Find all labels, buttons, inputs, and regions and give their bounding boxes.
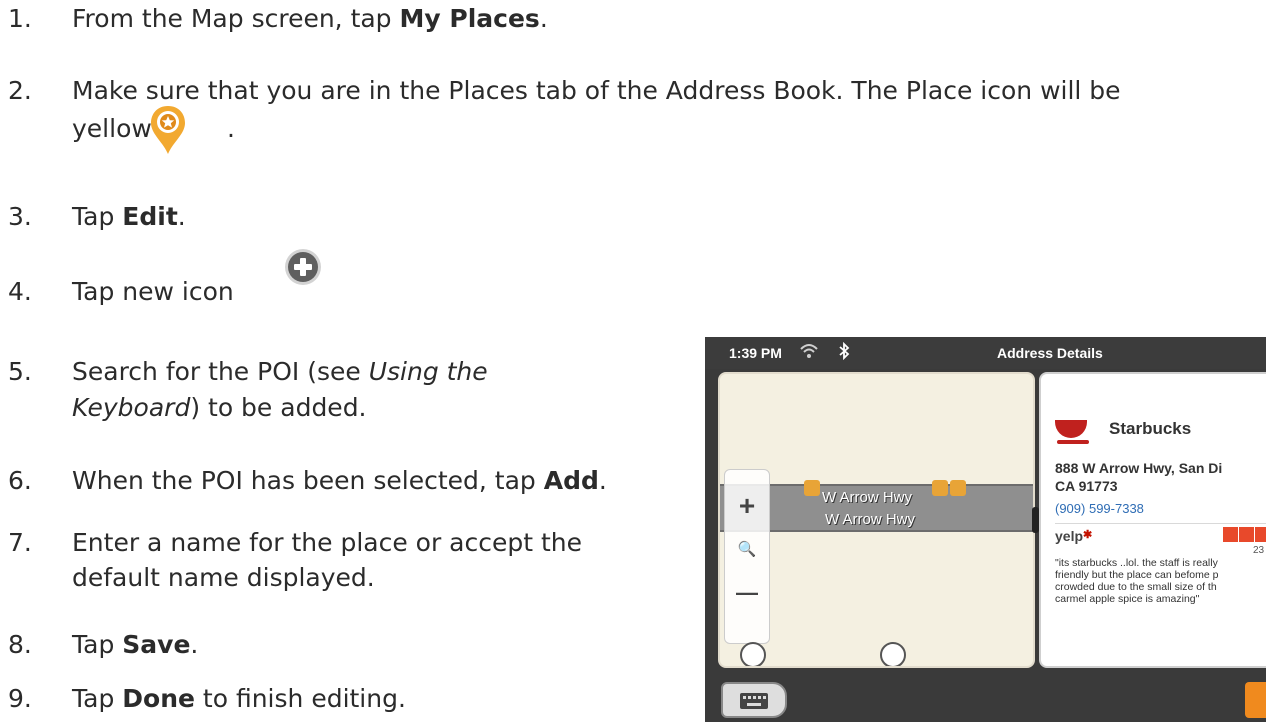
step-text: When the POI has been selected, tap Add. (72, 465, 607, 497)
step-text: Tap Save. (72, 629, 198, 661)
step-text-part: Tap (72, 630, 123, 659)
step-text-part: Tap (72, 202, 123, 231)
zoom-controls: + 🔍 — (724, 469, 770, 644)
step-text-part: . (177, 202, 186, 231)
step-number: 2. (8, 76, 32, 105)
screen-title: Address Details (997, 345, 1103, 361)
bluetooth-icon (838, 341, 850, 363)
bottom-bar (705, 674, 1266, 722)
pane-divider-handle[interactable] (1032, 507, 1039, 533)
step-text: Search for the POI (see Using the (72, 356, 488, 388)
step-text: Tap new icon (72, 277, 234, 306)
step-text-part: . (598, 466, 607, 495)
step-text-part: When the POI has been selected, tap (72, 466, 544, 495)
status-bar: 1:39 PM Address Details (705, 337, 1266, 369)
zoom-in-button[interactable]: + (725, 490, 769, 522)
place-name: Starbucks (1109, 419, 1192, 438)
step-number: 8. (8, 630, 32, 659)
step-text: default name displayed. (72, 563, 375, 592)
step-number: 1. (8, 4, 32, 33)
map-view[interactable]: W Arrow Hwy W Arrow Hwy + 🔍 — (718, 372, 1035, 668)
review-line: friendly but the place can befome p (1055, 569, 1219, 581)
step-text: Tap Edit. (72, 201, 186, 233)
review-line: crowded due to the small size of th (1055, 581, 1217, 593)
map-pin-circle-icon (880, 642, 906, 666)
step-text-part: yellow (72, 114, 152, 143)
review-count: 23 r (1253, 545, 1266, 556)
review-line: carmel apple spice is amazing" (1055, 593, 1200, 605)
step-text-part: From the Map screen, tap (72, 4, 400, 33)
step-text-part: Tap (72, 684, 123, 713)
add-circle-icon (284, 248, 322, 290)
step-text: yellow (72, 113, 152, 145)
step-text-part: . (190, 630, 199, 659)
step-keyword: Edit (122, 202, 178, 231)
poi-marker-icon[interactable] (804, 480, 820, 496)
yellow-place-pin-icon (149, 104, 187, 164)
step-number: 6. (8, 466, 32, 495)
poi-marker-icon[interactable] (950, 480, 966, 496)
step-text-part: Search for the POI (see (72, 357, 369, 386)
step-text: From the Map screen, tap My Places. (72, 3, 548, 35)
step-number: 5. (8, 357, 32, 386)
keyboard-icon (740, 693, 768, 709)
yelp-wordmark: yelp (1055, 528, 1084, 544)
divider (1055, 523, 1266, 524)
coffee-cup-icon (1055, 420, 1089, 444)
zoom-out-button[interactable]: — (725, 580, 769, 606)
step-number: 9. (8, 684, 32, 713)
step-text: Tap Done to finish editing. (72, 683, 406, 715)
step-text: Keyboard) to be added. (72, 392, 367, 424)
step-keyword: Save (122, 630, 191, 659)
action-button[interactable] (1245, 682, 1266, 718)
poi-marker-icon[interactable] (932, 480, 948, 496)
device-screenshot: 1:39 PM Address Details W Arrow Hwy W Ar… (705, 337, 1266, 722)
place-phone-link[interactable]: (909) 599-7338 (1055, 501, 1144, 516)
place-address: 888 W Arrow Hwy, San Di (1055, 460, 1223, 476)
keyboard-button[interactable] (721, 682, 787, 718)
step-keyword: Done (122, 684, 195, 713)
step-text-part: ) to be added. (190, 393, 367, 422)
step-number: 4. (8, 277, 32, 306)
step-text: Enter a name for the place or accept the (72, 528, 583, 557)
step-text-part: . (539, 4, 548, 33)
place-address-line2: CA 91773 (1055, 478, 1118, 494)
step-text-part: . (227, 114, 235, 143)
review-line: "its starbucks ..lol. the staff is reall… (1055, 557, 1218, 569)
review-quote: "its starbucks ..lol. the staff is reall… (1055, 557, 1266, 605)
step-reference: Keyboard (72, 393, 191, 422)
map-search-button[interactable]: 🔍 (725, 540, 769, 558)
step-text-part: to finish editing. (194, 684, 406, 713)
road-label: W Arrow Hwy (825, 511, 915, 528)
step-keyword: My Places (399, 4, 540, 33)
status-time: 1:39 PM (729, 345, 782, 361)
step-reference: Using the (368, 357, 488, 386)
wifi-icon (799, 342, 819, 363)
step-number: 7. (8, 528, 32, 557)
rating-stars (1223, 527, 1266, 542)
yelp-logo: yelp✱ (1055, 528, 1093, 544)
road-label: W Arrow Hwy (822, 489, 912, 506)
step-number: 3. (8, 202, 32, 231)
map-pin-circle-icon (740, 642, 766, 666)
step-text: Make sure that you are in the Places tab… (72, 76, 1121, 105)
step-keyword: Add (543, 466, 599, 495)
address-details-panel: Starbucks 888 W Arrow Hwy, San Di CA 917… (1039, 372, 1266, 668)
